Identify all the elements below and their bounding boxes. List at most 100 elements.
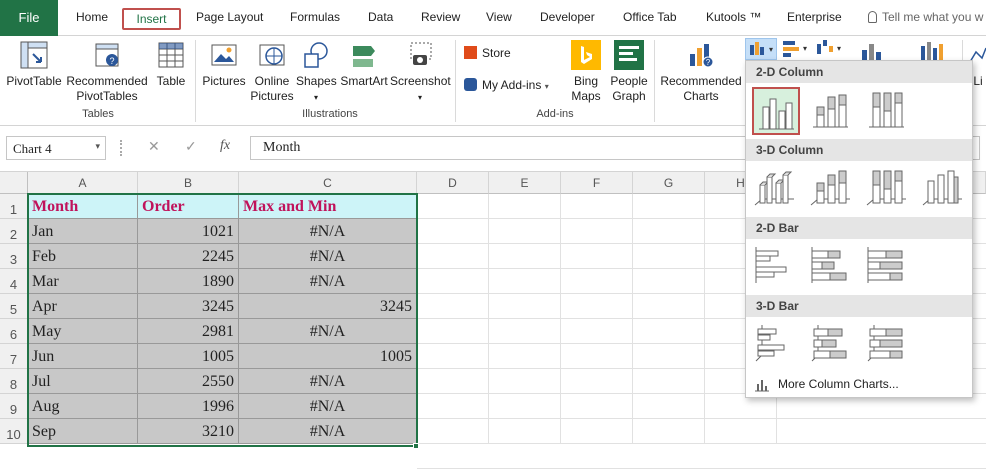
table-cell[interactable]: #N/A: [239, 369, 417, 394]
name-box[interactable]: Chart 4 ▾: [6, 136, 106, 160]
3d-100-stacked-bar-option[interactable]: [864, 321, 912, 369]
row-header[interactable]: 5: [0, 294, 28, 319]
table-cell[interactable]: May: [28, 319, 138, 344]
row-header[interactable]: 7: [0, 344, 28, 369]
table-cell[interactable]: #N/A: [239, 219, 417, 244]
3d-column-option[interactable]: [920, 165, 968, 213]
column-header[interactable]: B: [138, 172, 239, 194]
table-button[interactable]: Table: [152, 40, 190, 89]
table-cell[interactable]: 1996: [138, 394, 239, 419]
my-addins-button[interactable]: My Add-ins ▾: [464, 78, 564, 94]
column-header[interactable]: D: [417, 172, 489, 194]
row-header[interactable]: 3: [0, 244, 28, 269]
table-cell[interactable]: 3245: [138, 294, 239, 319]
table-cell[interactable]: #N/A: [239, 244, 417, 269]
3d-100-stacked-column-option[interactable]: [864, 165, 912, 213]
pivottable-button[interactable]: PivotTable: [4, 40, 64, 89]
table-cell[interactable]: Feb: [28, 244, 138, 269]
3d-clustered-column-option[interactable]: [752, 165, 800, 213]
stacked-bar-option[interactable]: [808, 243, 856, 291]
table-cell[interactable]: 1005: [138, 344, 239, 369]
row-header[interactable]: 1: [0, 194, 28, 219]
stacked-column-option[interactable]: [808, 87, 856, 135]
table-cell[interactable]: 1005: [239, 344, 417, 369]
column-chart-dropdown-button[interactable]: ▾: [745, 38, 777, 60]
tab-view[interactable]: View: [486, 10, 512, 24]
select-all-corner[interactable]: [0, 172, 28, 194]
tab-data[interactable]: Data: [368, 10, 393, 24]
tab-office-tab[interactable]: Office Tab: [623, 10, 677, 24]
tab-insert[interactable]: Insert: [122, 8, 181, 30]
svg-text:?: ?: [706, 58, 711, 67]
row-header[interactable]: 6: [0, 319, 28, 344]
screenshot-button[interactable]: Screenshot ▾: [390, 40, 451, 105]
3d-stacked-column-option[interactable]: [808, 165, 856, 213]
fill-handle[interactable]: [413, 443, 419, 449]
cancel-icon[interactable]: ✕: [148, 138, 160, 155]
row-header[interactable]: 9: [0, 394, 28, 419]
table-cell[interactable]: 3245: [239, 294, 417, 319]
tab-page-layout[interactable]: Page Layout: [196, 10, 263, 24]
tab-kutools[interactable]: Kutools ™: [706, 10, 761, 24]
shapes-button[interactable]: Shapes ▾: [296, 40, 337, 105]
tab-home[interactable]: Home: [76, 10, 108, 24]
3d-stacked-bar-option[interactable]: [808, 321, 856, 369]
tab-developer[interactable]: Developer: [540, 10, 595, 24]
column-header[interactable]: F: [561, 172, 633, 194]
more-column-charts-link[interactable]: More Column Charts...: [754, 377, 899, 392]
table-cell[interactable]: Jun: [28, 344, 138, 369]
column-header[interactable]: C: [239, 172, 417, 194]
table-cell[interactable]: Apr: [28, 294, 138, 319]
column-header[interactable]: A: [28, 172, 138, 194]
table-cell[interactable]: 1890: [138, 269, 239, 294]
bing-maps-button[interactable]: Bing Maps: [567, 40, 605, 104]
gridline: [560, 194, 561, 444]
table-cell[interactable]: 2981: [138, 319, 239, 344]
smartart-button[interactable]: SmartArt: [338, 40, 390, 89]
clustered-column-option[interactable]: [752, 87, 800, 135]
table-cell[interactable]: Jan: [28, 219, 138, 244]
pictures-button[interactable]: Pictures: [200, 40, 248, 89]
table-cell[interactable]: 2245: [138, 244, 239, 269]
table-icon: [158, 42, 184, 68]
online-pictures-button[interactable]: Online Pictures: [250, 40, 294, 104]
row-header[interactable]: 2: [0, 219, 28, 244]
recommended-pivottables-button[interactable]: ? Recommended PivotTables: [66, 40, 148, 104]
tab-enterprise[interactable]: Enterprise: [787, 10, 842, 24]
table-cell[interactable]: #N/A: [239, 419, 417, 444]
table-cell[interactable]: Mar: [28, 269, 138, 294]
3d-clustered-bar-option[interactable]: [752, 321, 800, 369]
tab-formulas[interactable]: Formulas: [290, 10, 340, 24]
100-stacked-column-option[interactable]: [864, 87, 912, 135]
bar-chart-dropdown-button[interactable]: ▾: [780, 38, 812, 60]
people-graph-button[interactable]: People Graph: [608, 40, 650, 104]
tab-review[interactable]: Review: [421, 10, 460, 24]
row-header[interactable]: 8: [0, 369, 28, 394]
store-button[interactable]: Store: [464, 46, 524, 61]
row-header[interactable]: 4: [0, 269, 28, 294]
waterfall-chart-dropdown-button[interactable]: ▾: [814, 38, 846, 60]
enter-icon[interactable]: ✓: [185, 138, 197, 155]
clustered-bar-option[interactable]: [752, 243, 800, 291]
table-cell[interactable]: Aug: [28, 394, 138, 419]
table-cell[interactable]: Jul: [28, 369, 138, 394]
tell-me-search[interactable]: Tell me what you w: [868, 10, 983, 24]
column-header[interactable]: G: [633, 172, 705, 194]
100-stacked-bar-option[interactable]: [864, 243, 912, 291]
table-cell[interactable]: 3210: [138, 419, 239, 444]
table-cell[interactable]: Sep: [28, 419, 138, 444]
insert-function-icon[interactable]: fx: [220, 138, 230, 154]
table-cell[interactable]: 1021: [138, 219, 239, 244]
table-cell[interactable]: #N/A: [239, 269, 417, 294]
people-graph-icon: [614, 40, 644, 70]
header-cell[interactable]: Max and Min: [239, 194, 417, 219]
table-cell[interactable]: 2550: [138, 369, 239, 394]
header-cell[interactable]: Order: [138, 194, 239, 219]
header-cell[interactable]: Month: [28, 194, 138, 219]
recommended-charts-button[interactable]: ? Recommended Charts: [658, 40, 744, 104]
tab-file[interactable]: File: [0, 0, 58, 36]
row-header[interactable]: 10: [0, 419, 28, 444]
table-cell[interactable]: #N/A: [239, 319, 417, 344]
column-header[interactable]: E: [489, 172, 561, 194]
table-cell[interactable]: #N/A: [239, 394, 417, 419]
